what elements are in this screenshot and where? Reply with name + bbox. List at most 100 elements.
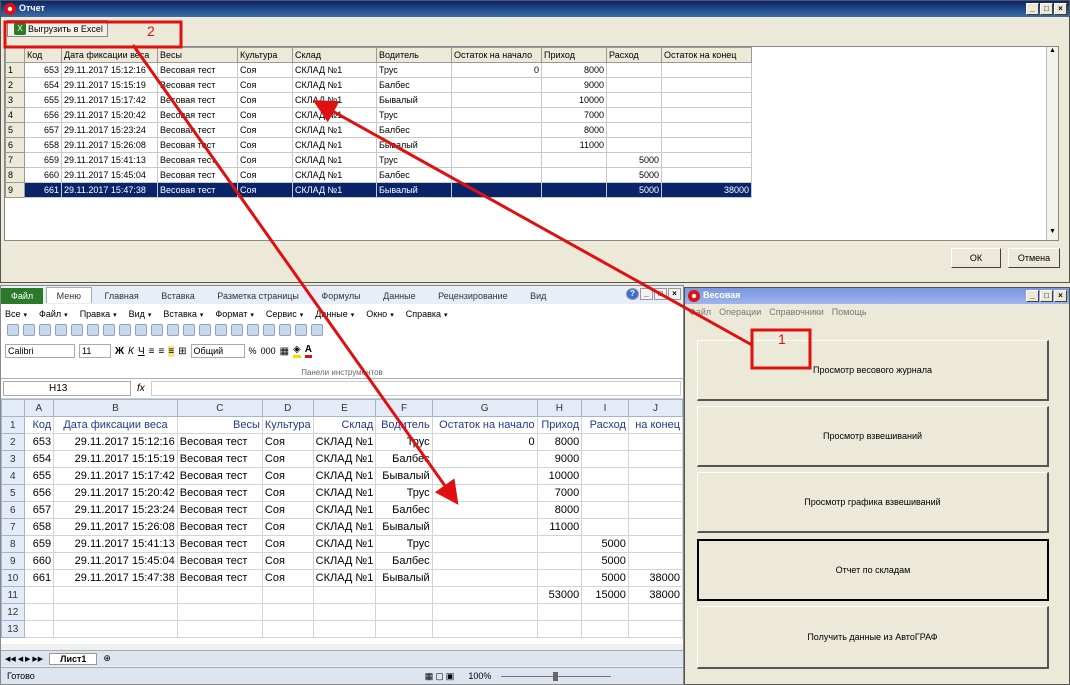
sheet-cell[interactable]: 5000 xyxy=(581,535,629,553)
tab-file[interactable]: Файл xyxy=(1,288,44,304)
table-row[interactable]: 7 659 29.11.2017 15:41:13 Весовая тест Соя СК… xyxy=(5,152,752,168)
row-header[interactable]: 12 xyxy=(1,603,25,621)
sheet-cell[interactable]: 29.11.2017 15:41:13 xyxy=(53,535,178,553)
row-header[interactable]: 2 xyxy=(1,433,25,451)
copy-icon[interactable] xyxy=(119,324,131,336)
sheet-cell[interactable]: СКЛАД №1 xyxy=(312,501,377,519)
sheet-cell[interactable]: СКЛАД №1 xyxy=(312,535,377,553)
sheet-cell[interactable] xyxy=(176,603,263,621)
table-row[interactable]: 3 655 29.11.2017 15:17:42 Весовая тест Соя СК… xyxy=(5,92,752,108)
column-header[interactable]: Дата фиксации веса xyxy=(61,47,158,63)
sheet-cell[interactable] xyxy=(23,620,55,638)
align-right-icon[interactable]: ≡ xyxy=(168,345,175,357)
table-row[interactable]: 2 654 29.11.2017 15:15:19 Весовая тест Соя СК… xyxy=(5,77,752,93)
redo-icon[interactable] xyxy=(183,324,195,336)
table-row[interactable]: 4 656 29.11.2017 15:20:42 Весовая тест Соя СК… xyxy=(5,107,752,123)
sheet-cell[interactable]: 15000 xyxy=(581,586,629,604)
column-header[interactable]: D xyxy=(261,399,314,417)
filter-icon[interactable] xyxy=(263,324,275,336)
column-header[interactable]: G xyxy=(431,399,538,417)
select-all-corner[interactable] xyxy=(1,399,25,417)
sheet-cell[interactable] xyxy=(431,484,538,502)
sheet-cell[interactable] xyxy=(627,450,683,468)
fx-icon[interactable]: fx xyxy=(137,383,145,394)
sheet-cell[interactable]: Соя xyxy=(261,433,314,451)
sheet-cell[interactable] xyxy=(536,603,583,621)
tab-page-layout[interactable]: Разметка страницы xyxy=(207,288,309,304)
zoom-icon[interactable] xyxy=(311,324,323,336)
sheet-cell[interactable]: 9000 xyxy=(536,450,583,468)
format-painter-icon[interactable] xyxy=(151,324,163,336)
table-row[interactable]: 6 658 29.11.2017 15:26:08 Весовая тест Соя СК… xyxy=(5,137,752,153)
menu-item[interactable]: Правка xyxy=(80,309,110,319)
sum-icon[interactable] xyxy=(215,324,227,336)
sheet-cell[interactable]: СКЛАД №1 xyxy=(312,467,377,485)
fill-color-icon[interactable]: ◈ xyxy=(293,344,301,358)
row-header[interactable]: 3 xyxy=(1,450,25,468)
table-row[interactable]: 8 660 29.11.2017 15:45:04 Весовая тест Соя СК… xyxy=(5,167,752,183)
column-header[interactable]: Приход xyxy=(541,47,607,63)
row-header[interactable]: 5 xyxy=(1,484,25,502)
sheet-cell[interactable]: Соя xyxy=(261,552,314,570)
sheet-cell[interactable] xyxy=(581,433,629,451)
sheet-cell[interactable] xyxy=(536,552,583,570)
sheet-cell[interactable]: Остаток на начало xyxy=(431,416,538,434)
sheet-cell[interactable] xyxy=(431,569,538,587)
view-weighing-chart-button[interactable]: Просмотр графика взвешиваний xyxy=(697,472,1049,533)
tab-insert[interactable]: Вставка xyxy=(151,288,204,304)
tab-formulas[interactable]: Формулы xyxy=(311,288,370,304)
column-header[interactable]: I xyxy=(581,399,629,417)
sheet-cell[interactable]: Водитель xyxy=(375,416,433,434)
sheet-cell[interactable]: Весовая тест xyxy=(176,450,263,468)
sheet-cell[interactable]: Бывалый xyxy=(375,467,433,485)
sheet-cell[interactable]: 0 xyxy=(431,433,538,451)
sheet-cell[interactable] xyxy=(581,450,629,468)
column-header[interactable]: Код xyxy=(24,47,62,63)
table-row[interactable]: 9 661 29.11.2017 15:47:38 Весовая тест Соя СК… xyxy=(5,182,752,198)
font-select[interactable]: Calibri xyxy=(5,344,75,358)
sheet-cell[interactable]: 10000 xyxy=(536,467,583,485)
sheet-cell[interactable] xyxy=(312,586,377,604)
vesovaya-menu-item[interactable]: Файл xyxy=(689,307,711,317)
sheet-tab-1[interactable]: Лист1 xyxy=(49,652,98,665)
sheet-cell[interactable] xyxy=(23,603,55,621)
sheet-cell[interactable] xyxy=(431,467,538,485)
formula-input[interactable] xyxy=(150,381,681,396)
help-icon[interactable]: ? xyxy=(626,288,639,300)
view-weighings-button[interactable]: Просмотр взвешиваний xyxy=(697,406,1049,467)
sheet-cell[interactable]: 29.11.2017 15:12:16 xyxy=(53,433,178,451)
sheet-cell[interactable] xyxy=(431,501,538,519)
sheet-cell[interactable] xyxy=(261,586,314,604)
sheet-cell[interactable]: 53000 xyxy=(536,586,583,604)
spell-icon[interactable] xyxy=(87,324,99,336)
sheet-cell[interactable]: 38000 xyxy=(627,586,683,604)
vesovaya-maximize-button[interactable]: □ xyxy=(1040,290,1053,302)
save-icon[interactable] xyxy=(39,324,51,336)
sheet-cell[interactable]: 653 xyxy=(23,433,55,451)
row-header[interactable]: 9 xyxy=(1,552,25,570)
row-header[interactable]: 8 xyxy=(1,535,25,553)
sheet-cell[interactable] xyxy=(431,518,538,536)
sheet-cell[interactable] xyxy=(581,467,629,485)
maximize-button[interactable]: □ xyxy=(1040,3,1053,15)
sheet-cell[interactable]: 5000 xyxy=(581,552,629,570)
sheet-cell[interactable]: 11000 xyxy=(536,518,583,536)
sheet-cell[interactable] xyxy=(375,586,433,604)
get-autograf-data-button[interactable]: Получить данные из АвтоГРАФ xyxy=(697,606,1049,669)
sheet-cell[interactable]: 5000 xyxy=(581,569,629,587)
menu-item[interactable]: Формат xyxy=(215,309,247,319)
row-header[interactable]: 6 xyxy=(1,501,25,519)
font-color-icon[interactable]: A xyxy=(304,344,312,358)
sheet-cell[interactable]: 8000 xyxy=(536,501,583,519)
sheet-cell[interactable] xyxy=(581,603,629,621)
column-header[interactable]: E xyxy=(312,399,377,417)
thousands-icon[interactable]: 000 xyxy=(261,346,276,356)
new-icon[interactable] xyxy=(7,324,19,336)
print-icon[interactable] xyxy=(55,324,67,336)
sheet-cell[interactable] xyxy=(431,620,538,638)
row-header[interactable]: 7 xyxy=(1,518,25,536)
number-format-select[interactable]: Общий xyxy=(190,344,245,358)
sheet-cell[interactable]: Весовая тест xyxy=(176,518,263,536)
column-header[interactable]: B xyxy=(53,399,178,417)
menu-item[interactable]: Вид xyxy=(129,309,145,319)
